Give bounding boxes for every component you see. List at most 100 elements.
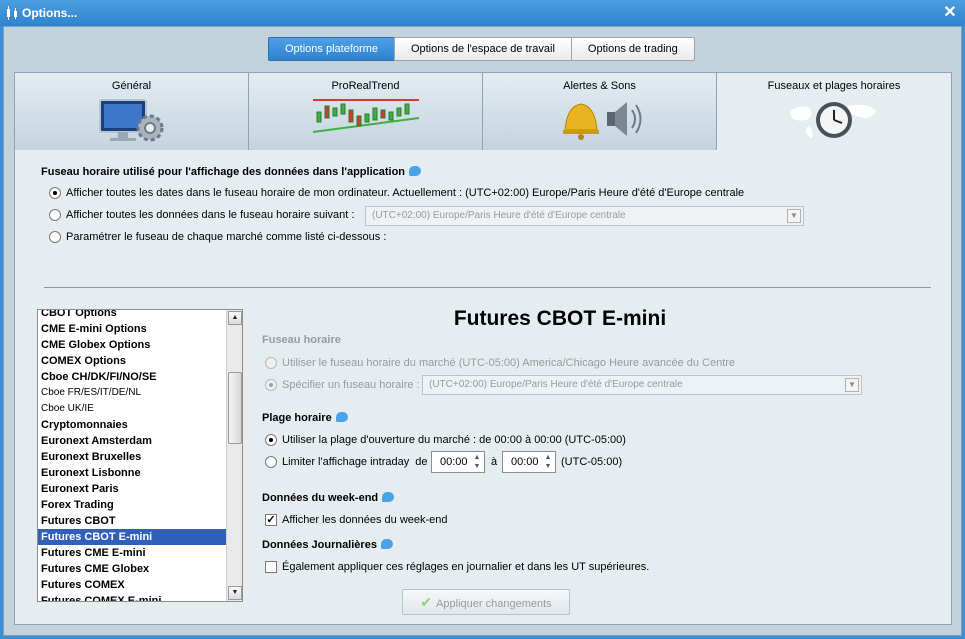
scrollbar-thumb[interactable] xyxy=(228,372,242,444)
candlestick-app-icon xyxy=(7,6,17,20)
plage-horaire-title-text: Plage horaire xyxy=(262,412,332,424)
market-list-scrollbar[interactable]: ▲ ▼ xyxy=(226,310,242,601)
timezone-select[interactable]: (UTC+02:00) Europe/Paris Heure d'été d'E… xyxy=(365,206,804,226)
radio-market-hours-label: Utiliser la plage d'ouverture du marché … xyxy=(282,434,626,446)
market-title: Futures CBOT E-mini xyxy=(453,307,667,330)
label-de: de xyxy=(415,456,428,468)
market-timezone-select-value: (UTC+02:00) Europe/Paris Heure d'été d'E… xyxy=(429,379,683,390)
tab-general[interactable]: Général xyxy=(14,72,249,151)
list-item[interactable]: Cboe FR/ES/IT/DE/NL xyxy=(38,385,226,401)
weekend-checkbox-label: Afficher les données du week-end xyxy=(282,514,448,526)
weekend-title: Données du week-end xyxy=(262,492,395,504)
trend-chart-icon xyxy=(312,99,419,133)
info-bubble-icon[interactable] xyxy=(335,412,348,422)
weekend-checkbox-row[interactable]: ✓ Afficher les données du week-end xyxy=(265,514,448,526)
label-a: à xyxy=(491,456,498,468)
radio-fixed-timezone[interactable]: Afficher toutes les données dans le fuse… xyxy=(49,209,354,221)
close-icon[interactable]: ✕ xyxy=(941,4,959,22)
list-item[interactable]: Futures COMEX xyxy=(38,577,226,593)
list-item[interactable]: Cboe CH/DK/FI/NO/SE xyxy=(38,369,226,385)
tab-prorealtrend[interactable]: ProRealTrend xyxy=(248,72,483,151)
radio-per-market-timezone[interactable]: Paramétrer le fuseau de chaque marché co… xyxy=(49,231,386,243)
info-bubble-icon[interactable] xyxy=(382,492,395,502)
list-item[interactable]: Futures COMEX E-mini xyxy=(38,593,226,601)
settings-panel: Fuseau horaire utilisé pour l'affichage … xyxy=(14,150,952,625)
radio-button[interactable] xyxy=(49,209,61,221)
stepper-arrows-icon[interactable]: ▲ ▼ xyxy=(472,453,482,471)
scroll-up-icon[interactable]: ▲ xyxy=(228,311,242,325)
tab-options-trading[interactable]: Options de trading xyxy=(570,37,695,61)
tab-general-label: Général xyxy=(111,80,152,92)
list-item[interactable]: CBOT Options xyxy=(38,310,226,321)
radio-computer-timezone[interactable]: Afficher toutes les dates dans le fuseau… xyxy=(49,187,744,199)
timezone-select-value: (UTC+02:00) Europe/Paris Heure d'été d'E… xyxy=(372,210,626,221)
radio-per-market-timezone-label: Paramétrer le fuseau de chaque marché co… xyxy=(66,231,387,243)
weekend-checkbox[interactable]: ✓ xyxy=(265,514,277,526)
info-bubble-icon[interactable] xyxy=(409,166,422,176)
time-from-stepper[interactable]: 00:00 ▲ ▼ xyxy=(431,451,485,473)
scroll-down-icon[interactable]: ▼ xyxy=(228,586,242,600)
radio-button[interactable] xyxy=(265,357,277,369)
stepper-arrows-icon[interactable]: ▲ ▼ xyxy=(543,453,553,471)
time-to-value: 00:00 xyxy=(511,456,539,468)
radio-specify-timezone-label: Spécifier un fuseau horaire : xyxy=(282,379,420,391)
top-tabs: Options plateforme Options de l'espace d… xyxy=(268,37,695,61)
apply-changes-button[interactable]: ✔ Appliquer changements xyxy=(402,589,570,615)
tab-options-espace-travail[interactable]: Options de l'espace de travail xyxy=(393,37,572,61)
radio-button[interactable] xyxy=(265,434,277,446)
journal-checkbox-row[interactable]: Également appliquer ces réglages en jour… xyxy=(265,561,649,573)
tab-fuseaux-plages[interactable]: Fuseaux et plages horaires xyxy=(716,72,952,151)
radio-button[interactable] xyxy=(49,231,61,243)
radio-button[interactable] xyxy=(265,456,277,468)
radio-market-timezone-label: Utiliser le fuseau horaire du marché (UT… xyxy=(282,357,736,369)
weekend-title-text: Données du week-end xyxy=(262,492,379,504)
tab-fuseaux-plages-label: Fuseaux et plages horaires xyxy=(767,80,901,92)
timezone-section-title-text: Fuseau horaire utilisé pour l'affichage … xyxy=(41,166,406,178)
list-item[interactable]: Cryptomonnaies xyxy=(38,417,226,433)
monitor-gear-icon xyxy=(98,99,163,142)
market-list[interactable]: CBOT Options CME E-mini Options CME Globex… xyxy=(37,309,243,602)
radio-market-hours[interactable]: Utiliser la plage d'ouverture du marché … xyxy=(265,434,626,446)
list-item[interactable]: Futures CME E-mini xyxy=(38,545,226,561)
radio-button[interactable] xyxy=(49,187,61,199)
bell-speaker-icon xyxy=(562,102,641,140)
list-item[interactable]: CME Globex Options xyxy=(38,337,226,353)
section-divider xyxy=(44,287,931,288)
list-item[interactable]: COMEX Options xyxy=(38,353,226,369)
time-to-stepper[interactable]: 00:00 ▲ ▼ xyxy=(502,451,556,473)
radio-button[interactable] xyxy=(265,379,277,391)
market-timezone-select[interactable]: (UTC+02:00) Europe/Paris Heure d'été d'E… xyxy=(422,375,862,395)
time-from-value: 00:00 xyxy=(440,456,468,468)
list-item[interactable]: Futures CBOT xyxy=(38,513,226,529)
radio-market-timezone[interactable]: Utiliser le fuseau horaire du marché (UT… xyxy=(265,357,735,369)
list-item[interactable]: Euronext Amsterdam xyxy=(38,433,226,449)
intraday-timezone-label: (UTC-05:00) xyxy=(561,456,623,468)
list-item[interactable]: Euronext Bruxelles xyxy=(38,449,226,465)
world-clock-icon xyxy=(790,102,876,138)
info-bubble-icon[interactable] xyxy=(380,539,393,549)
radio-specify-timezone[interactable]: Spécifier un fuseau horaire : xyxy=(265,379,420,391)
list-item[interactable]: Futures CME Globex xyxy=(38,561,226,577)
plage-horaire-title: Plage horaire xyxy=(262,412,348,424)
chevron-down-icon[interactable]: ▼ xyxy=(787,209,801,223)
market-list-items: CBOT Options CME E-mini Options CME Globex… xyxy=(38,310,226,601)
list-item[interactable]: Forex Trading xyxy=(38,497,226,513)
category-tabs: Général ProRealTrend Alertes & Sons Fuse… xyxy=(14,72,952,151)
checkmark-icon: ✔ xyxy=(420,594,433,610)
list-item[interactable]: CME E-mini Options xyxy=(38,321,226,337)
list-item[interactable]: Euronext Paris xyxy=(38,481,226,497)
tab-alertes-sons[interactable]: Alertes & Sons xyxy=(482,72,717,151)
title-bar: Options... ✕ xyxy=(0,0,965,26)
window-title: Options... xyxy=(22,6,78,20)
options-window: Options plateforme Options de l'espace d… xyxy=(3,26,962,636)
radio-limit-intraday[interactable]: Limiter l'affichage intraday de xyxy=(265,456,428,468)
list-item[interactable]: Euronext Lisbonne xyxy=(38,465,226,481)
journal-checkbox[interactable] xyxy=(265,561,277,573)
tab-options-plateforme[interactable]: Options plateforme xyxy=(268,37,395,61)
tab-alertes-sons-label: Alertes & Sons xyxy=(563,80,636,92)
list-item[interactable]: Futures CBOT E-mini xyxy=(38,529,226,545)
radio-computer-timezone-label: Afficher toutes les dates dans le fuseau… xyxy=(66,187,745,199)
list-item[interactable]: Cboe UK/IE xyxy=(38,401,226,417)
chevron-down-icon[interactable]: ▼ xyxy=(845,378,859,392)
timezone-section-title: Fuseau horaire utilisé pour l'affichage … xyxy=(41,166,422,178)
